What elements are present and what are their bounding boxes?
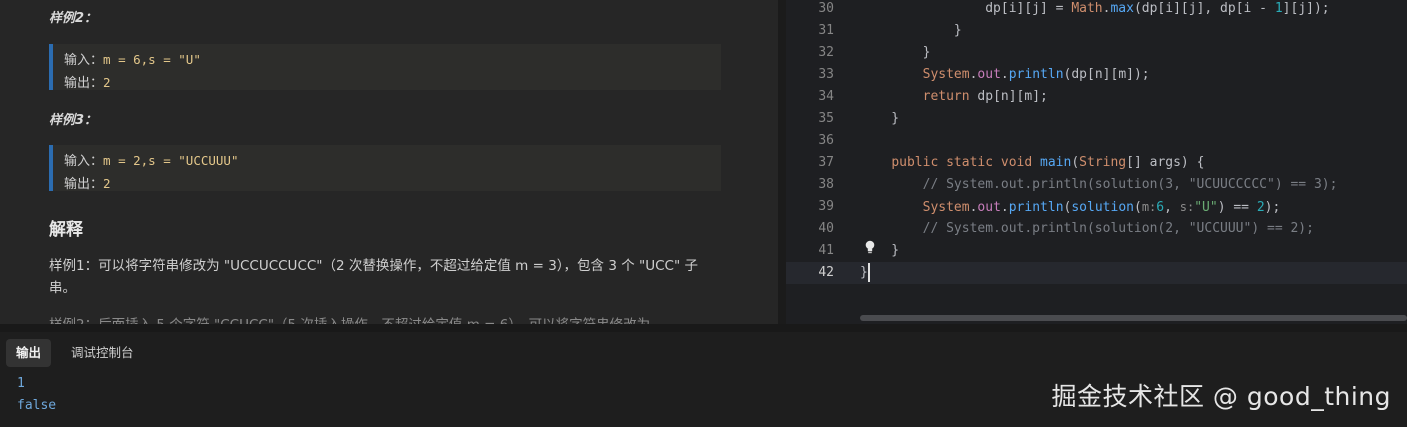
- sample3-output-line: 输出：2: [64, 173, 721, 196]
- line-number: 37: [818, 155, 834, 170]
- sample2-input-value: m = 6,s = "U": [103, 52, 201, 67]
- code-line-42: 42}: [786, 262, 1407, 284]
- sample3-output-label: 输出：: [64, 177, 104, 192]
- line-number: 34: [818, 89, 834, 104]
- sample3-input-line: 输入：m = 2,s = "UCCUUU": [64, 150, 721, 173]
- line-number: 42: [818, 265, 834, 280]
- code-comment: // System.out.println(solution(3, "UCUUC…: [860, 177, 1338, 192]
- code-line-30: 30 dp[i][j] = Math.max(dp[i][j], dp[i - …: [786, 0, 1407, 20]
- tab-debug-console[interactable]: 调试控制台: [61, 339, 144, 367]
- line-number: 41: [818, 243, 834, 258]
- code-text: }: [860, 45, 931, 60]
- code-line-33: 33 System.out.println(dp[n][m]);: [786, 64, 1407, 86]
- code-line-37: 37 public static void main(String[] args…: [786, 152, 1407, 174]
- sample2-title: 样例2：: [49, 11, 98, 26]
- code-line-31: 31 }: [786, 20, 1407, 42]
- code-line-35: 35 }: [786, 108, 1407, 130]
- sample2-input-line: 输入：m = 6,s = "U": [64, 49, 721, 72]
- horizontal-splitter[interactable]: [0, 324, 1407, 332]
- code-line-36: 36: [786, 130, 1407, 152]
- line-number: 38: [818, 177, 834, 192]
- watermark: 掘金技术社区 @ good_thing: [1051, 382, 1391, 411]
- problem-description-pane[interactable]: 样例2： 输入：m = 6,s = "U" 输出：2 样例3： 输入：m = 2…: [0, 0, 778, 324]
- sample2-box: 输入：m = 6,s = "U" 输出：2: [49, 44, 721, 91]
- sample2-output-label: 输出：: [64, 76, 104, 91]
- sample3-input-label: 输入：: [64, 154, 104, 169]
- line-number: 36: [818, 133, 834, 148]
- sample3-title: 样例3：: [49, 113, 98, 128]
- line-number: 32: [818, 45, 834, 60]
- sample2-output-line: 输出：2: [64, 72, 721, 95]
- bottom-panel: 输出 调试控制台 1 false 掘金技术社区 @ good_thing: [0, 332, 1407, 427]
- line-number: 35: [818, 111, 834, 126]
- code-editor[interactable]: 30 dp[i][j] = Math.max(dp[i][j], dp[i - …: [786, 0, 1407, 324]
- line-number: 39: [818, 199, 834, 214]
- line-number: 31: [818, 23, 834, 38]
- output-line: false: [17, 398, 57, 413]
- horizontal-scrollbar[interactable]: [860, 315, 1407, 321]
- sample3-output-value: 2: [103, 176, 111, 191]
- lightbulb-icon[interactable]: [864, 239, 876, 254]
- code-line-39: 39 System.out.println(solution(m:6, s:"U…: [786, 196, 1407, 218]
- line-number: 33: [818, 67, 834, 82]
- code-line-34: 34 return dp[n][m];: [786, 86, 1407, 108]
- sample2-input-label: 输入：: [64, 53, 104, 68]
- code-text: dp[i][j] = Math.max(dp[i][j], dp[i - 1][…: [860, 1, 1330, 16]
- vertical-splitter[interactable]: [778, 0, 786, 324]
- tab-output[interactable]: 输出: [6, 339, 52, 367]
- code-text: return dp[n][m];: [922, 89, 1048, 104]
- line-number: 40: [818, 221, 834, 236]
- explanation-heading: 解释: [49, 220, 83, 240]
- code-text: }: [860, 111, 900, 126]
- sample3-input-value: m = 2,s = "UCCUUU": [103, 153, 239, 168]
- line-number: 30: [818, 1, 834, 16]
- sample2-output-value: 2: [103, 75, 111, 90]
- output-line: 1: [17, 376, 25, 391]
- code-comment: // System.out.println(solution(2, "UCCUU…: [860, 221, 1314, 236]
- code-text: public static void main(String[] args) {: [891, 155, 1205, 170]
- explanation-text-cut: 样例2：后面插入 5 个字符 "CCUCC"（5 次插入操作，不超过给定值 m …: [49, 314, 721, 324]
- code-line-40: 40 // System.out.println(solution(2, "UC…: [786, 218, 1407, 240]
- code-line-41: 41 }: [786, 240, 1407, 262]
- explanation-text: 样例1：可以将字符串修改为 "UCCUCCUCC"（2 次替换操作，不超过给定值…: [49, 258, 698, 296]
- code-text: System.out.println(solution(m:6, s:"U") …: [922, 200, 1281, 215]
- code-line-38: 38 // System.out.println(solution(3, "UC…: [786, 174, 1407, 196]
- code-text: System.out.println(dp[n][m]);: [922, 67, 1150, 82]
- code-text: }: [860, 265, 868, 280]
- code-text: }: [860, 23, 962, 38]
- code-line-32: 32 }: [786, 42, 1407, 64]
- text-cursor: [868, 263, 870, 282]
- sample3-box: 输入：m = 2,s = "UCCUUU" 输出：2: [49, 145, 721, 192]
